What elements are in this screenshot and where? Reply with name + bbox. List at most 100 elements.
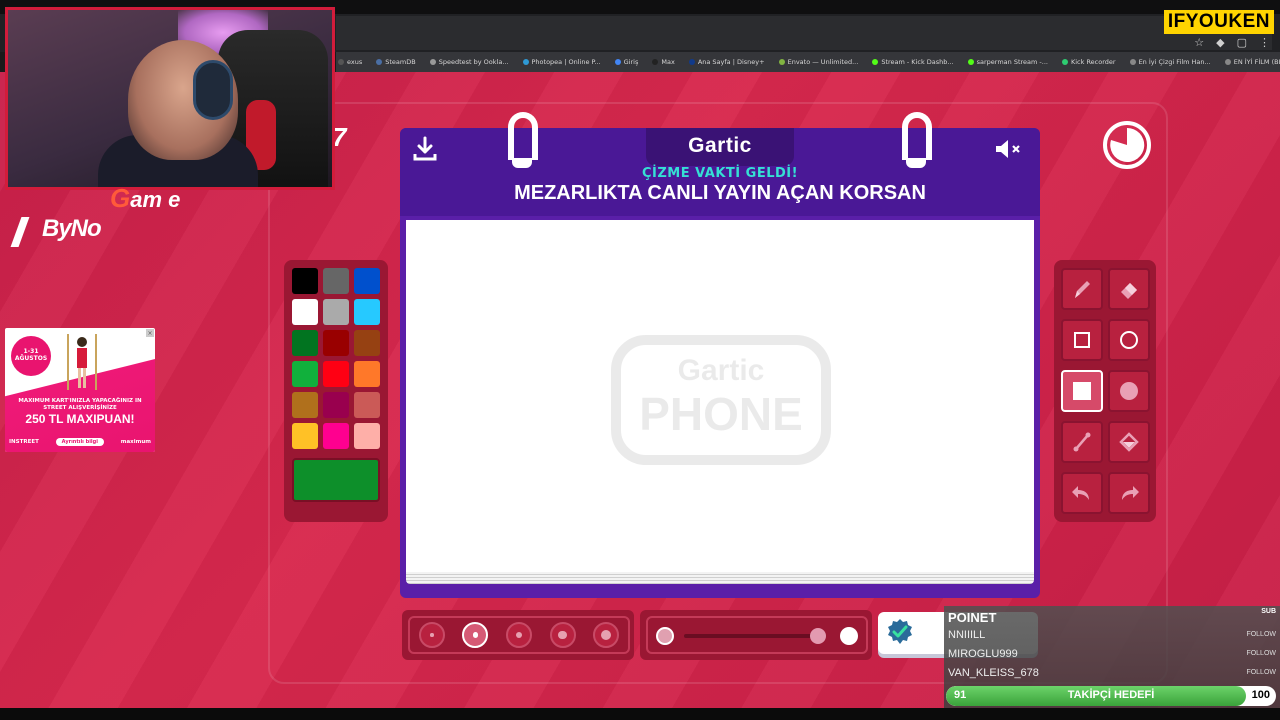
follower-goal-bar: 91 TAKİPÇİ HEDEFİ 100 <box>946 686 1276 706</box>
bookmark-item[interactable]: Envato — Unlimited... <box>778 58 858 66</box>
opacity-panel <box>640 610 872 660</box>
bookmark-favicon-icon <box>688 59 695 65</box>
line-tool[interactable] <box>1060 421 1103 463</box>
ellipse-tool[interactable] <box>1107 319 1150 361</box>
bookmark-item[interactable]: EN İYİ FİLM (BEST M... <box>1224 58 1280 66</box>
draw-prompt: MEZARLIKTA CANLI YAYIN AÇAN KORSAN <box>514 182 926 204</box>
brush-size-option[interactable] <box>462 622 489 648</box>
cast-icon[interactable]: ▢ <box>1237 36 1247 49</box>
redo-tool[interactable] <box>1107 472 1150 514</box>
bookmark-favicon-icon <box>1224 59 1231 65</box>
brand-prefix: ByNo <box>42 215 102 242</box>
download-icon[interactable] <box>412 136 438 162</box>
ad-line1: MAXIMUM KART'INIZLA YAPACAĞINIZ IN STREE… <box>18 398 142 412</box>
drawing-board: Gartic ÇİZME VAKTİ GELDİ! MEZARLIKTA CAN… <box>400 112 1040 598</box>
bookmark-item[interactable]: Giriş <box>614 58 639 66</box>
color-swatch[interactable] <box>323 361 349 387</box>
brand-am: am <box>130 187 163 212</box>
brush-size-option[interactable] <box>549 622 576 648</box>
fill-tool[interactable] <box>1107 421 1150 463</box>
bookmark-item[interactable]: Ana Sayfa | Disney+ <box>688 58 765 66</box>
extension-icon[interactable]: ◆ <box>1216 36 1224 49</box>
color-swatch[interactable] <box>354 268 380 294</box>
ad-info-button[interactable]: Ayrıntılı bilgi <box>55 438 104 446</box>
pencil-tool[interactable] <box>1060 268 1103 310</box>
bookmark-favicon-icon <box>1061 59 1068 65</box>
timer-icon <box>1103 121 1151 169</box>
draw-subtitle: ÇİZME VAKTİ GELDİ! <box>641 166 799 181</box>
bookmark-item[interactable]: exus <box>338 58 362 66</box>
color-swatch[interactable] <box>323 392 349 418</box>
alert-title-kind: SUB <box>1261 608 1276 615</box>
bookmark-favicon-icon <box>967 59 974 65</box>
bookmark-label: Giriş <box>623 58 639 66</box>
opacity-slider-track[interactable] <box>684 634 820 638</box>
color-swatch[interactable] <box>292 423 318 449</box>
gartic-phone-watermark-icon: Gartic PHONE <box>611 335 831 465</box>
watermark-bottom: PHONE <box>639 388 803 440</box>
advertisement[interactable]: 1-31 AĞUSTOS MAXIMUM KART'INIZLA YAPACAĞ… <box>5 328 155 452</box>
bookmark-item[interactable]: Speedtest by Ookla... <box>429 58 509 66</box>
star-icon[interactable]: ☆ <box>1194 36 1204 49</box>
watermark-top: Gartic <box>678 354 765 387</box>
bookmark-item[interactable]: sarperman Stream -... <box>967 58 1048 66</box>
brush-size-option[interactable] <box>505 622 532 648</box>
bookmark-favicon-icon <box>872 59 879 65</box>
color-swatch[interactable] <box>354 361 380 387</box>
drawing-canvas[interactable]: Gartic PHONE <box>406 220 1034 572</box>
circle-outline-icon <box>1119 331 1138 349</box>
bookmark-favicon-icon <box>652 59 659 65</box>
color-swatch[interactable] <box>292 392 318 418</box>
color-swatch[interactable] <box>323 330 349 356</box>
color-swatch[interactable] <box>354 392 380 418</box>
bookmark-favicon-icon <box>338 59 344 65</box>
address-bar[interactable] <box>336 16 1272 50</box>
color-palette <box>284 260 388 522</box>
color-swatch[interactable] <box>292 299 318 325</box>
tool-panel <box>1054 260 1156 522</box>
opacity-slider-thumb[interactable] <box>810 628 826 644</box>
bookmarks-bar: exus SteamDB Speedtest by Ookla... Photopea… <box>336 52 1280 72</box>
bookmark-item[interactable]: En İyi Çizgi Film Han... <box>1129 58 1211 66</box>
ad-close-icon[interactable]: × <box>146 329 154 337</box>
brush-size-dot-icon <box>601 630 612 640</box>
color-swatch[interactable] <box>323 299 349 325</box>
color-swatch[interactable] <box>354 299 380 325</box>
brush-size-option[interactable] <box>418 622 445 648</box>
goal-target: 100 <box>1251 689 1270 701</box>
eraser-tool[interactable] <box>1107 268 1150 310</box>
model-figure-icon <box>67 334 97 390</box>
color-swatch[interactable] <box>323 268 349 294</box>
bookmark-label: EN İYİ FİLM (BEST M... <box>1233 58 1280 66</box>
stream-alerts: POINET SUB NNIIILL FOLLOW MIROGLU999 FOLLOW… <box>944 606 1280 708</box>
opacity-max-icon <box>840 627 858 645</box>
binder-ring-left <box>508 112 538 168</box>
brush-size-option[interactable] <box>593 622 620 648</box>
bookmark-item[interactable]: Kick Recorder <box>1061 58 1116 66</box>
brush-size-dot-icon <box>430 633 434 637</box>
speaker-muted-icon[interactable] <box>994 138 1026 160</box>
color-swatch[interactable] <box>292 330 318 356</box>
alert-row: VAN_KLEISS_678 FOLLOW <box>944 664 1280 684</box>
alert-row: NNIIILL FOLLOW <box>944 626 1280 646</box>
current-color-swatch[interactable] <box>292 458 380 502</box>
color-swatch[interactable] <box>323 423 349 449</box>
filled-ellipse-tool[interactable] <box>1107 370 1150 412</box>
bookmark-item[interactable]: SteamDB <box>376 58 416 66</box>
opacity-slider-frame <box>646 616 868 654</box>
color-swatch[interactable] <box>292 268 318 294</box>
alert-username: MIROGLU999 <box>948 648 1018 660</box>
bookmark-item[interactable]: Stream - Kick Dashb... <box>872 58 954 66</box>
bookmark-item[interactable]: Max <box>652 58 675 66</box>
undo-icon <box>1071 486 1089 500</box>
color-swatch[interactable] <box>354 423 380 449</box>
bookmark-item[interactable]: Photopea | Online P... <box>522 58 601 66</box>
filled-rectangle-tool[interactable] <box>1060 370 1103 412</box>
undo-tool[interactable] <box>1060 472 1103 514</box>
color-swatch[interactable] <box>292 361 318 387</box>
alert-username: NNIIILL <box>948 629 986 641</box>
color-swatch[interactable] <box>354 330 380 356</box>
rectangle-tool[interactable] <box>1060 319 1103 361</box>
menu-icon[interactable]: ⋮ <box>1259 36 1270 49</box>
bookmark-label: Photopea | Online P... <box>531 58 601 66</box>
